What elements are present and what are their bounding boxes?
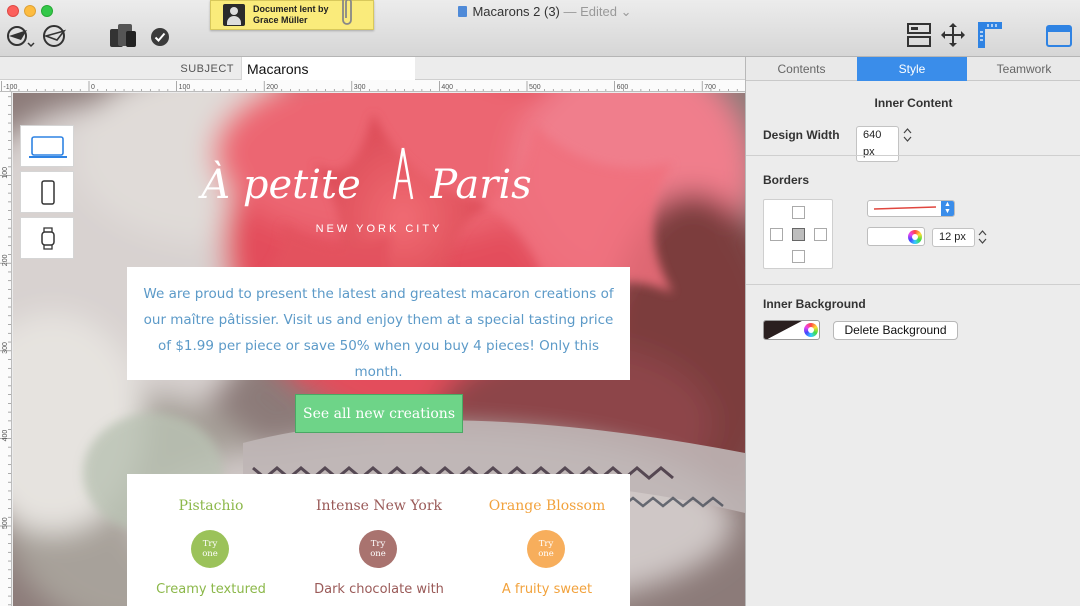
try-label: Try	[370, 539, 386, 549]
note-text: Document lent by Grace Müller	[253, 4, 329, 26]
logo-script: À petite Paris	[197, 147, 532, 208]
ruler-label: 500	[529, 84, 541, 91]
title-bar: Macarons 2 (3) — Edited ⌄ Document lent …	[0, 0, 1080, 57]
product-name: Intense New York	[316, 498, 442, 514]
ruler-label: 500	[2, 517, 9, 529]
document-icon	[458, 6, 468, 17]
inspector-tabs: Contents Style Teamwork	[746, 57, 1080, 81]
vertical-ruler: 100 200 300 400 500	[0, 92, 12, 606]
design-width-field[interactable]: 640 px	[856, 126, 899, 162]
try-label: one	[538, 549, 554, 559]
product-description: Creamy textured	[156, 582, 266, 597]
try-label: Try	[538, 539, 554, 549]
document-name: Macarons 2 (3)	[472, 4, 560, 19]
brand-logo[interactable]: À petite Paris	[13, 93, 745, 218]
border-all-toggle[interactable]	[792, 228, 805, 241]
border-color-well[interactable]	[867, 227, 925, 246]
ruler-label: 700	[704, 84, 716, 91]
subject-input[interactable]	[241, 57, 415, 80]
ruler-label: 0	[91, 84, 95, 91]
try-label: one	[202, 549, 218, 559]
border-width-stepper[interactable]	[978, 228, 987, 246]
product-description: Dark chocolate with	[314, 582, 444, 597]
ruler-label: -100	[3, 84, 17, 91]
try-one-button[interactable]: Try one	[191, 530, 229, 568]
note-line-1: Document lent by	[253, 4, 329, 14]
ruler-label: 400	[2, 430, 9, 442]
try-label: Try	[202, 539, 218, 549]
email-canvas[interactable]: À petite Paris NEW YORK CITY We are prou…	[13, 93, 745, 606]
intro-text-block[interactable]: We are proud to present the latest and g…	[127, 267, 630, 380]
try-one-button[interactable]: Try one	[359, 530, 397, 568]
ruler-label: 400	[441, 84, 453, 91]
ruler-label: 600	[617, 84, 629, 91]
send-mail-icon[interactable]	[5, 24, 35, 50]
check-icon[interactable]	[150, 27, 170, 47]
inner-background-heading: Inner Background	[763, 297, 866, 311]
products-block[interactable]: Pistachio Try one Creamy textured Intense…	[127, 474, 630, 606]
tagline: NEW YORK CITY	[315, 223, 443, 235]
border-right-toggle[interactable]	[814, 228, 827, 241]
tab-contents[interactable]: Contents	[746, 57, 857, 81]
eiffel-tower-icon	[392, 147, 414, 200]
design-width-stepper[interactable]	[903, 126, 912, 144]
design-width-label: Design Width	[763, 128, 840, 142]
brand-right-text: Paris	[429, 162, 531, 208]
tab-teamwork[interactable]: Teamwork	[967, 57, 1080, 81]
chevron-down-icon: ⌄	[617, 4, 632, 19]
inspector-sidebar: Contents Style Teamwork Inner Content De…	[745, 57, 1080, 606]
color-wheel-icon	[804, 323, 818, 337]
ruler-ticks: 100 200 300 400 500	[0, 96, 11, 606]
ruler-label: 300	[2, 342, 9, 354]
ruler-label: 300	[354, 84, 366, 91]
subject-bar: SUBJECT	[0, 57, 745, 80]
border-width-field[interactable]: 12 px	[932, 228, 975, 247]
window-title: Macarons 2 (3) — Edited ⌄	[0, 4, 1080, 20]
ruler-label: 200	[266, 84, 278, 91]
ruler-label: 100	[179, 84, 191, 91]
note-line-2: Grace Müller	[253, 15, 308, 25]
sidebar-toggle-icon[interactable]	[1046, 25, 1072, 47]
product-card[interactable]: Pistachio Try one Creamy textured	[127, 474, 295, 606]
border-side-selector	[763, 199, 833, 269]
inner-background-color-well[interactable]	[763, 320, 820, 340]
avatar	[223, 4, 245, 26]
product-name: Pistachio	[178, 498, 244, 514]
tab-style[interactable]: Style	[857, 57, 967, 81]
subject-label: SUBJECT	[180, 63, 234, 75]
paperclip-icon	[342, 0, 352, 25]
ruler-ticks: -100 0 100 200 300 400 500 600 700	[1, 81, 738, 91]
app-window: Macarons 2 (3) — Edited ⌄ Document lent …	[0, 0, 1080, 606]
horizontal-ruler: -100 0 100 200 300 400 500 600 700	[0, 80, 745, 92]
divider	[746, 284, 1080, 285]
borders-heading: Borders	[763, 173, 810, 187]
border-bottom-toggle[interactable]	[792, 250, 805, 263]
popup-arrows-icon: ▲ ▼	[941, 201, 954, 216]
ruler-label: 200	[2, 254, 9, 266]
move-arrows-icon[interactable]	[940, 22, 966, 48]
border-style-popup[interactable]: ▲ ▼	[867, 200, 955, 217]
border-left-toggle[interactable]	[770, 228, 783, 241]
inner-content-heading: Inner Content	[874, 96, 953, 110]
preview-devices-icon[interactable]	[108, 21, 140, 51]
see-creations-button[interactable]: See all new creations	[295, 394, 463, 433]
color-wheel-icon	[908, 230, 922, 244]
brand-left-text: À petite	[197, 161, 361, 208]
product-card[interactable]: Orange Blossom Try one A fruity sweet	[463, 474, 631, 606]
divider	[746, 155, 1080, 156]
rulers-icon[interactable]	[976, 20, 1004, 50]
product-description: A fruity sweet	[501, 582, 593, 597]
send-test-icon[interactable]	[40, 24, 72, 50]
edited-status[interactable]: — Edited	[564, 4, 617, 19]
ruler-label: 100	[2, 167, 9, 179]
border-top-toggle[interactable]	[792, 206, 805, 219]
product-card[interactable]: Intense New York Try one Dark chocolate w…	[295, 474, 463, 606]
product-name: Orange Blossom	[488, 498, 606, 514]
try-one-button[interactable]: Try one	[527, 530, 565, 568]
border-line-preview	[873, 206, 937, 210]
try-label: one	[370, 549, 386, 559]
layout-blocks-icon[interactable]	[906, 22, 932, 48]
delete-background-button[interactable]: Delete Background	[833, 321, 958, 340]
